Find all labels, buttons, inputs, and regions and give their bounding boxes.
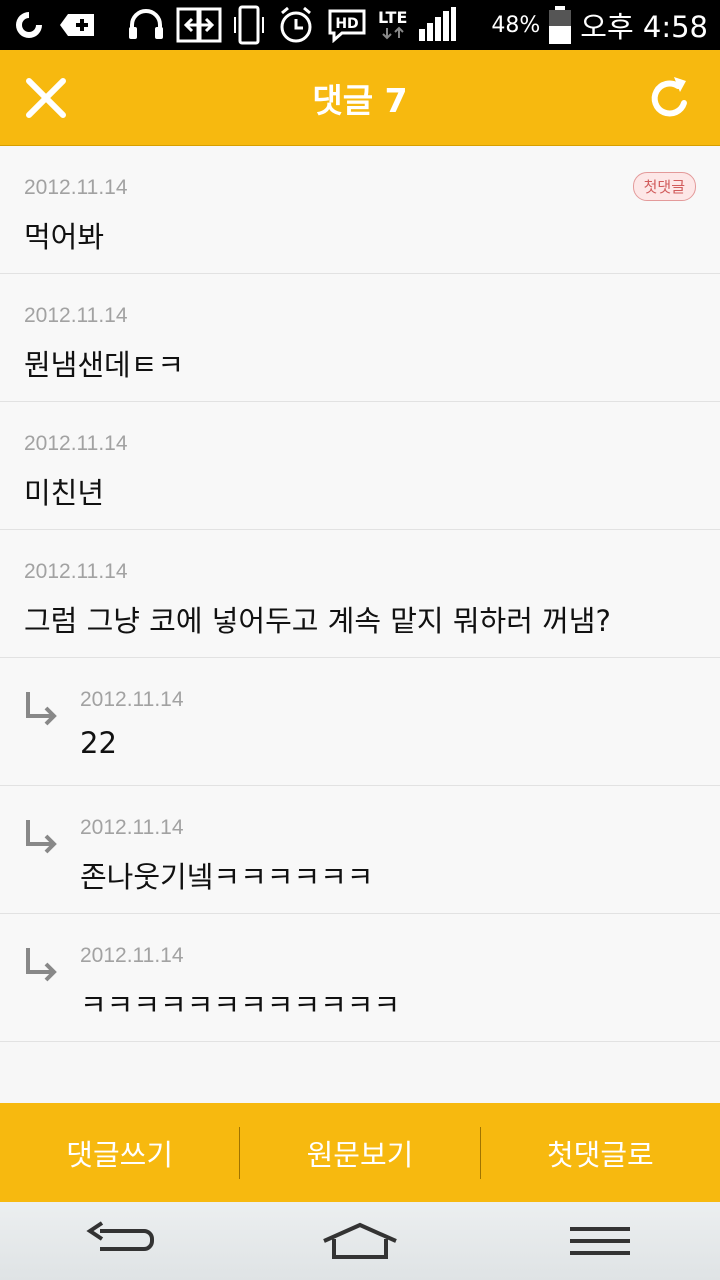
hd-label: HD <box>335 16 358 32</box>
first-comment-badge: 첫댓글 <box>632 172 696 201</box>
header: 댓글 7 <box>0 50 720 146</box>
menu-button[interactable] <box>540 1211 660 1271</box>
close-icon <box>26 78 66 118</box>
screen-mirror-icon <box>176 5 222 45</box>
comment-text: 뭔냄샌데ㅌㅋ <box>24 348 185 382</box>
reply-item[interactable]: 2012.11.14 22 <box>0 658 720 786</box>
home-icon <box>323 1222 397 1259</box>
comment-text: 그럼 그냥 코에 넣어두고 계속 맡지 뭐하러 꺼냄? <box>24 604 611 638</box>
menu-icon <box>570 1227 630 1255</box>
comment-item[interactable]: 2012.11.14 첫댓글 먹어봐 <box>0 146 720 274</box>
refresh-button[interactable] <box>642 70 698 126</box>
go-first-comment-button[interactable]: 첫댓글로 <box>481 1132 720 1174</box>
comment-date: 2012.11.14 <box>80 688 184 711</box>
comment-item[interactable]: 2012.11.14 미친년 <box>0 402 720 530</box>
view-original-button[interactable]: 원문보기 <box>240 1132 479 1174</box>
back-icon <box>86 1221 154 1251</box>
action-bar: 댓글쓰기 원문보기 첫댓글로 <box>0 1103 720 1202</box>
page-title: 댓글 7 <box>312 80 408 120</box>
comment-list: 2012.11.14 첫댓글 먹어봐 2012.11.14 뭔냄샌데ㅌㅋ 201… <box>0 146 720 1042</box>
comment-text: 먹어봐 <box>24 220 105 254</box>
comment-date: 2012.11.14 <box>24 176 128 199</box>
reply-arrow-icon <box>26 820 57 854</box>
refresh-icon <box>651 77 687 117</box>
reply-arrow-icon <box>26 948 57 982</box>
comment-date: 2012.11.14 <box>80 944 184 967</box>
olleh-icon <box>12 8 46 42</box>
clock: 오후 4:58 <box>580 10 708 44</box>
write-comment-button[interactable]: 댓글쓰기 <box>0 1132 239 1174</box>
back-button[interactable] <box>60 1211 180 1271</box>
alarm-icon <box>276 5 316 45</box>
home-button[interactable] <box>300 1211 420 1271</box>
battery-percent: 48% <box>491 12 541 38</box>
lte-indicator: LTE <box>378 10 407 40</box>
navigation-bar <box>0 1202 720 1280</box>
status-bar: HD LTE 48% 오후 4:58 <box>0 0 720 50</box>
reply-item[interactable]: 2012.11.14 존나웃기넼ㅋㅋㅋㅋㅋㅋ <box>0 786 720 914</box>
comment-text: 22 <box>80 726 117 760</box>
reply-item[interactable]: 2012.11.14 ㅋㅋㅋㅋㅋㅋㅋㅋㅋㅋㅋㅋ <box>0 914 720 1042</box>
comment-item[interactable]: 2012.11.14 뭔냄샌데ㅌㅋ <box>0 274 720 402</box>
vibrate-icon <box>232 5 266 45</box>
comment-text: ㅋㅋㅋㅋㅋㅋㅋㅋㅋㅋㅋㅋ <box>80 988 401 1022</box>
comment-item[interactable]: 2012.11.14 그럼 그냥 코에 넣어두고 계속 맡지 뭐하러 꺼냄? <box>0 530 720 658</box>
battery-icon <box>548 5 572 45</box>
comment-date: 2012.11.14 <box>80 816 184 839</box>
comment-text: 미친년 <box>24 476 105 510</box>
comment-date: 2012.11.14 <box>24 304 128 327</box>
comment-date: 2012.11.14 <box>24 432 128 455</box>
close-button[interactable] <box>18 70 74 126</box>
comment-date: 2012.11.14 <box>24 560 128 583</box>
signal-icon <box>417 7 457 43</box>
headset-icon <box>126 5 166 45</box>
reply-arrow-icon <box>26 692 57 726</box>
medical-plus-icon <box>58 8 98 42</box>
screen: HD LTE 48% 오후 4:58 댓글 7 2012.11.14 첫댓글 먹… <box>0 0 720 1280</box>
comment-text: 존나웃기넼ㅋㅋㅋㅋㅋㅋ <box>80 860 374 894</box>
hd-voice-icon: HD <box>326 7 368 43</box>
lte-label: LTE <box>378 8 408 27</box>
